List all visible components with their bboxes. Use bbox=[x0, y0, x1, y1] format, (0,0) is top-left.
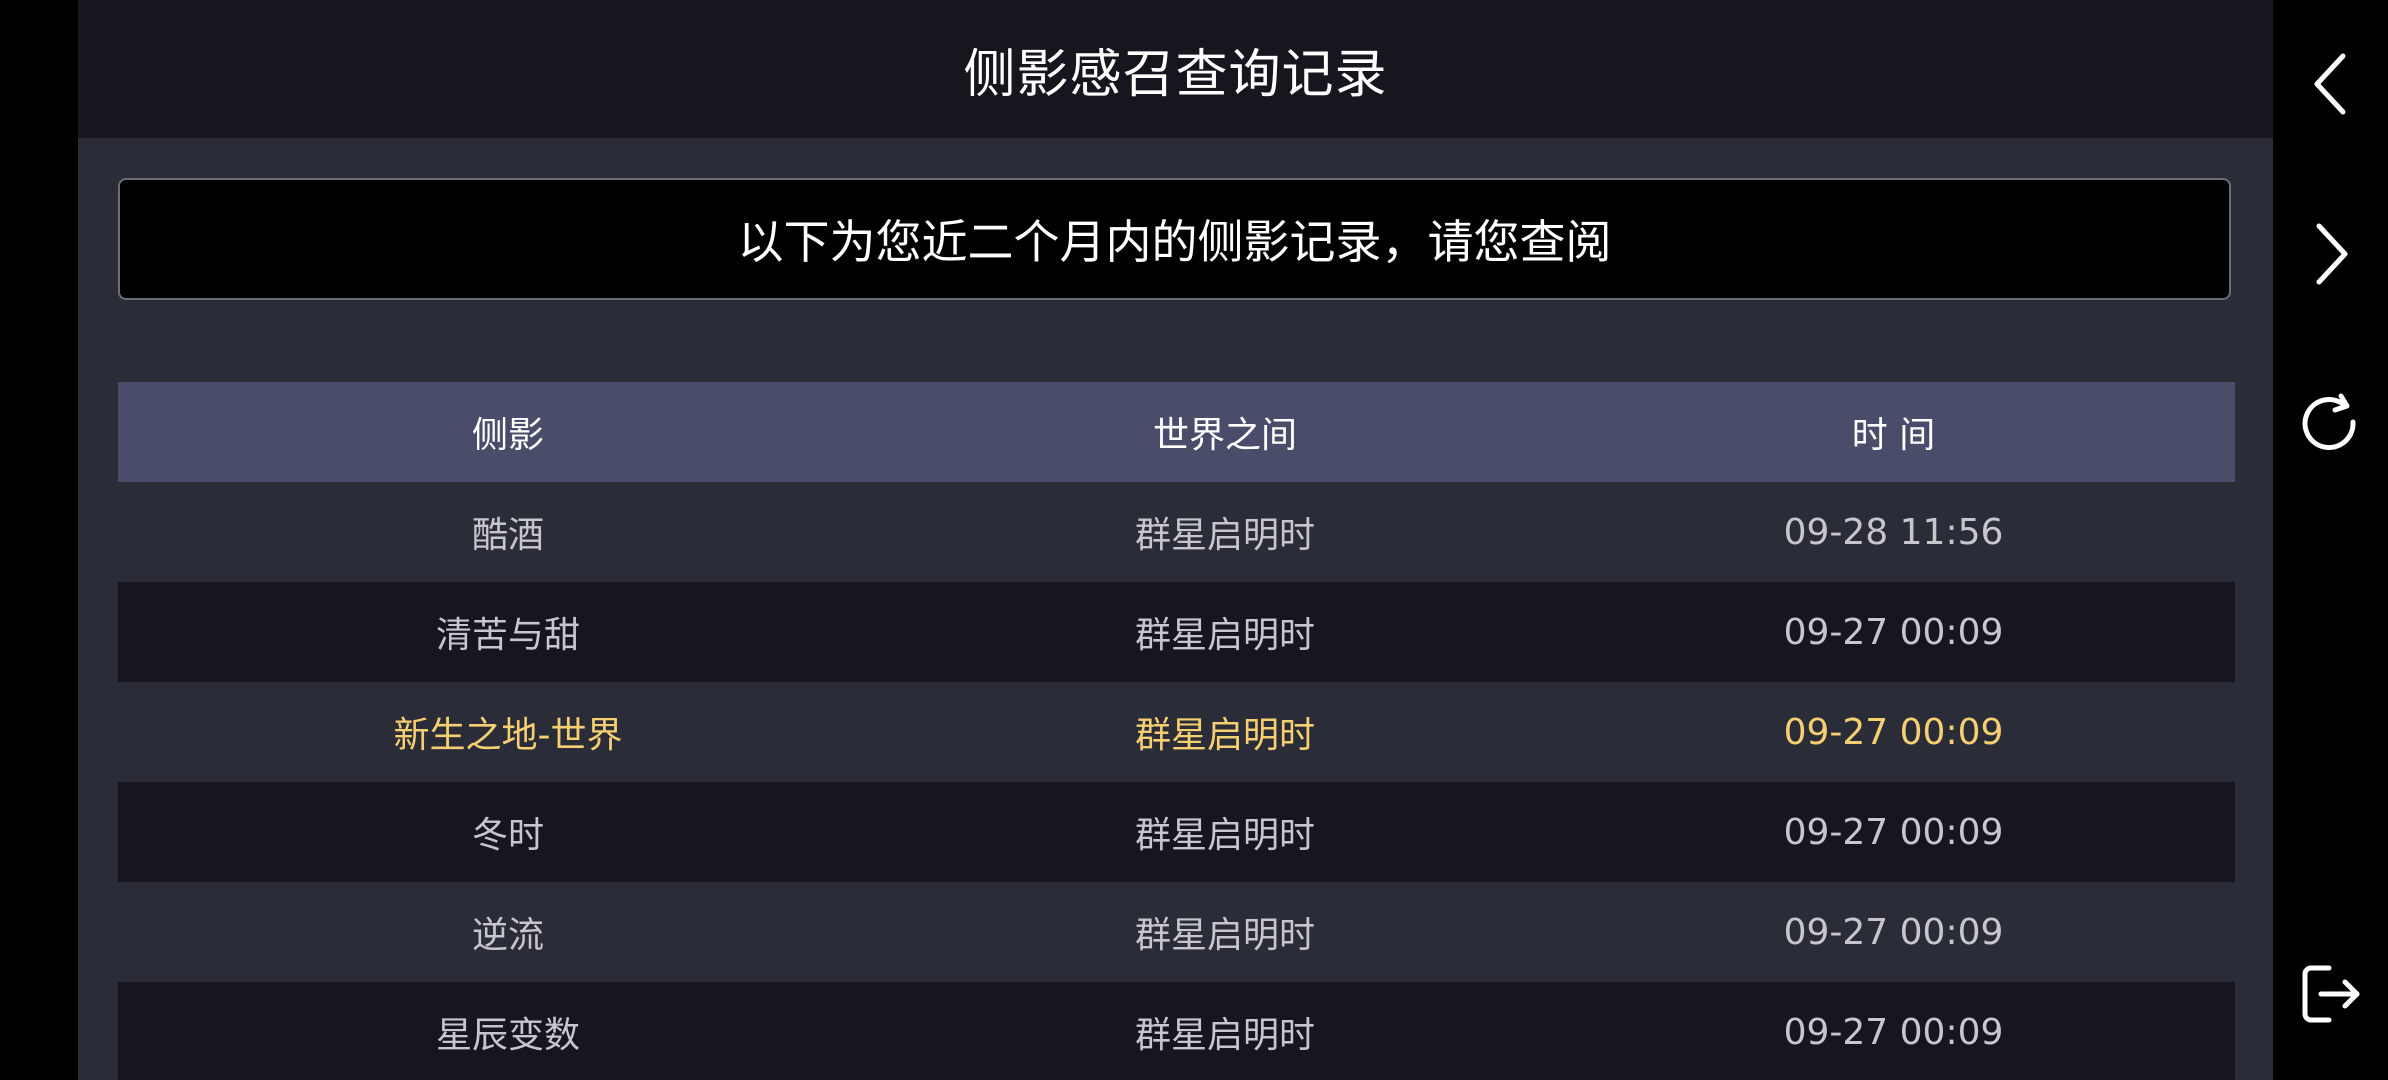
record-table: 侧影 世界之间 时 间 酷酒 群星启明时 09-28 11:56 清苦与甜 群星… bbox=[118, 382, 2235, 1080]
row-time-cell: 09-27 00:09 bbox=[1783, 611, 2004, 653]
row-world-cell: 群星启明时 bbox=[1134, 1015, 1315, 1056]
logout-icon bbox=[2302, 965, 2360, 1023]
chevron-left-icon bbox=[2314, 53, 2346, 115]
row-world-cell: 群星启明时 bbox=[1134, 715, 1315, 756]
table-row[interactable]: 逆流 群星启明时 09-27 00:09 bbox=[118, 882, 2235, 982]
page-title: 侧影感召查询记录 bbox=[963, 44, 1388, 105]
row-name-cell: 清苦与甜 bbox=[435, 615, 580, 656]
notice-banner: 以下为您近二个月内的侧影记录，请您查阅 bbox=[118, 178, 2231, 300]
row-world-cell: 群星启明时 bbox=[1134, 915, 1315, 956]
refresh-icon bbox=[2302, 393, 2356, 450]
row-name-cell: 冬时 bbox=[471, 815, 544, 856]
row-world-cell: 群星启明时 bbox=[1134, 615, 1315, 656]
row-name-cell: 新生之地-世界 bbox=[393, 715, 623, 756]
row-world-cell: 群星启明时 bbox=[1134, 815, 1315, 856]
query-page: 侧影感召查询记录 以下为您近二个月内的侧影记录，请您查阅 侧影 世界之间 时 间… bbox=[78, 0, 2273, 1080]
side-toolbar bbox=[2273, 0, 2388, 1080]
header-bar: 侧影感召查询记录 bbox=[78, 0, 2273, 138]
chevron-right-icon bbox=[2316, 223, 2348, 285]
notice-text: 以下为您近二个月内的侧影记录，请您查阅 bbox=[737, 215, 1612, 269]
row-time-cell: 09-27 00:09 bbox=[1783, 811, 2004, 853]
table-row[interactable]: 酷酒 群星启明时 09-28 11:56 bbox=[118, 482, 2235, 582]
table-row[interactable]: 新生之地-世界 群星启明时 09-27 00:09 bbox=[118, 682, 2235, 782]
row-time-cell: 09-28 11:56 bbox=[1783, 511, 2004, 553]
row-time-cell: 09-27 00:09 bbox=[1783, 711, 2004, 753]
column-header-time: 时 间 bbox=[1851, 415, 1936, 456]
row-name-cell: 逆流 bbox=[471, 915, 544, 956]
row-time-cell: 09-27 00:09 bbox=[1783, 911, 2004, 953]
row-name-cell: 酷酒 bbox=[471, 515, 544, 556]
table-row[interactable]: 冬时 群星启明时 09-27 00:09 bbox=[118, 782, 2235, 882]
row-world-cell: 群星启明时 bbox=[1134, 515, 1315, 556]
back-button[interactable] bbox=[2291, 44, 2371, 124]
column-header-world: 世界之间 bbox=[1152, 415, 1297, 456]
forward-button[interactable] bbox=[2291, 214, 2371, 294]
column-header-name: 侧影 bbox=[471, 415, 544, 456]
table-row[interactable]: 清苦与甜 群星启明时 09-27 00:09 bbox=[118, 582, 2235, 682]
table-header-row: 侧影 世界之间 时 间 bbox=[118, 382, 2235, 482]
table-row[interactable]: 星辰变数 群星启明时 09-27 00:09 bbox=[118, 982, 2235, 1080]
refresh-button[interactable] bbox=[2291, 384, 2371, 464]
row-time-cell: 09-27 00:09 bbox=[1783, 1011, 2004, 1053]
row-name-cell: 星辰变数 bbox=[435, 1015, 580, 1056]
logout-button[interactable] bbox=[2291, 954, 2371, 1034]
